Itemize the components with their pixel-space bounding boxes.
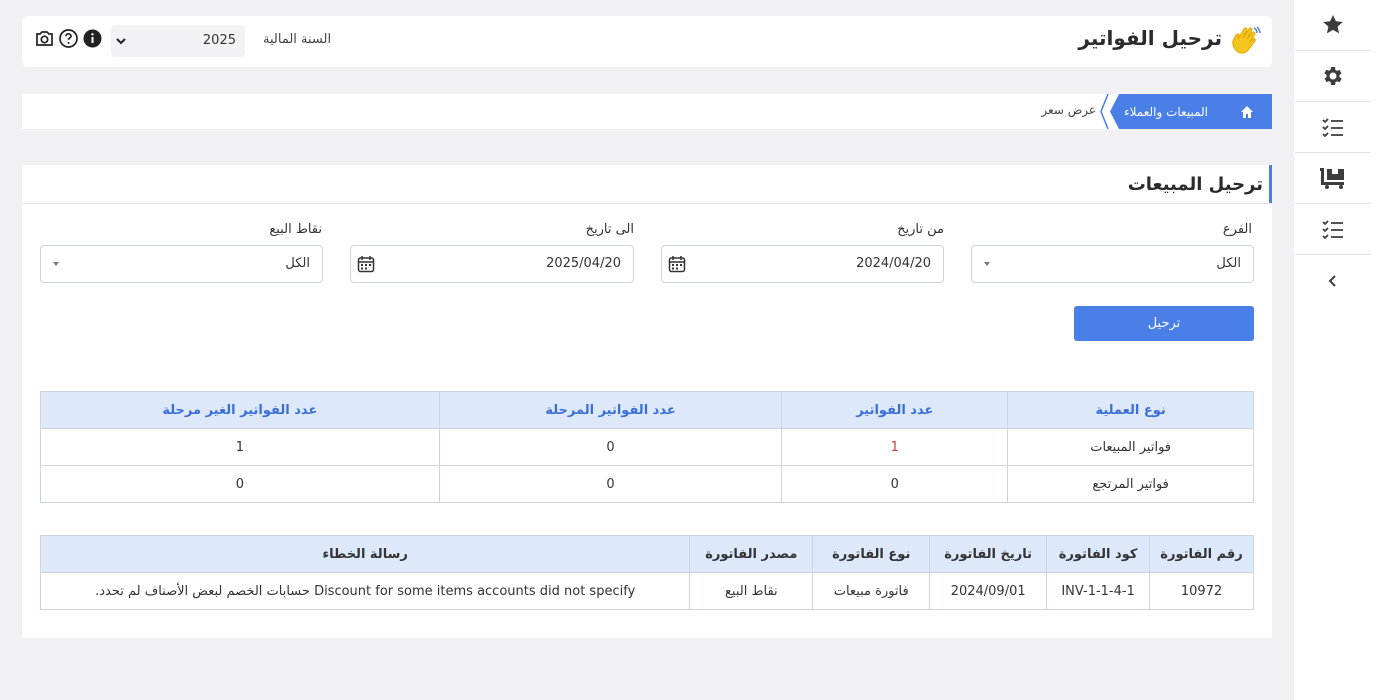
fiscal-year-select[interactable]: 2025 <box>111 25 245 57</box>
section-accent-bar <box>1269 165 1272 203</box>
branch-select[interactable]: الكل <box>971 245 1254 283</box>
table-row: فواتير المرتجع 0 0 0 <box>40 465 1254 503</box>
from-date-label: من تاريخ <box>897 222 944 237</box>
page-header: ترحيل الفواتير السنة المالية 2025 <box>22 16 1272 67</box>
from-date-value: 2024/04/20 <box>856 256 931 271</box>
help-icon[interactable] <box>58 28 79 49</box>
breadcrumb-item-sales[interactable]: المبيعات والعملاء <box>1110 94 1222 129</box>
column-header: مصدر الفاتورة <box>689 535 814 573</box>
table-cell: 0 <box>438 465 783 503</box>
pos-label: نقاط البيع <box>269 222 322 237</box>
section-title: ترحيل المبيعات <box>1127 174 1263 195</box>
branch-value: الكل <box>1216 256 1241 271</box>
header-icon-group <box>34 28 103 49</box>
table-header-row: نوع العملية عدد الفواتير عدد الفواتير ال… <box>40 391 1254 429</box>
column-header: عدد الفواتير الغير مرحلة <box>40 391 440 429</box>
column-header: كود الفاتورة <box>1046 535 1151 573</box>
breadcrumb: المبيعات والعملاء عرض سعر <box>22 94 1272 129</box>
checklist-icon <box>1322 118 1343 138</box>
calendar-icon[interactable] <box>357 255 375 273</box>
table-cell: 10972 <box>1149 572 1254 610</box>
to-date-value: 2025/04/20 <box>546 256 621 271</box>
right-sidebar <box>1294 0 1378 700</box>
sidebar-item-checklist[interactable] <box>1295 204 1371 255</box>
table-row: 10972 INV-1-1-4-1 2024/09/01 فاتورة مبيع… <box>39 572 1254 610</box>
breadcrumb-home[interactable] <box>1222 94 1272 129</box>
column-header: رقم الفاتورة <box>1149 535 1254 573</box>
table-cell: نقاط البيع <box>689 572 814 610</box>
column-header: رسالة الخطاء <box>39 535 691 573</box>
chevron-left-icon <box>1328 274 1336 287</box>
table-cell: 2024/09/01 <box>929 572 1048 610</box>
branch-label: الفرع <box>1222 222 1252 237</box>
cart-icon <box>1320 168 1344 189</box>
gear-icon <box>1324 67 1342 85</box>
column-header: عدد الفواتير <box>781 391 1009 429</box>
table-cell: 1 <box>781 428 1009 466</box>
breadcrumb-separator <box>1100 94 1109 129</box>
breadcrumb-item-current: عرض سعر <box>1041 103 1096 117</box>
column-header: نوع العملية <box>1007 391 1254 429</box>
table-cell: فواتير المبيعات <box>1007 428 1254 466</box>
sidebar-item-tasks[interactable] <box>1295 102 1371 153</box>
summary-table: نوع العملية عدد الفواتير عدد الفواتير ال… <box>40 391 1254 503</box>
post-button[interactable]: ترحيل <box>1074 306 1254 341</box>
error-message-cell: Discount for some items accounts did not… <box>39 572 691 610</box>
calendar-icon[interactable] <box>668 255 686 273</box>
page-title: ترحيل الفواتير <box>1078 26 1222 50</box>
section-divider <box>22 203 1272 204</box>
sidebar-item-favorites[interactable] <box>1295 0 1371 51</box>
table-cell: فواتير المرتجع <box>1007 465 1254 503</box>
info-icon[interactable] <box>82 28 103 49</box>
chevron-down-icon <box>116 38 126 45</box>
fiscal-year-label: السنة المالية <box>263 32 332 47</box>
table-header-row: رقم الفاتورة كود الفاتورة تاريخ الفاتورة… <box>39 535 1254 573</box>
fiscal-year-value: 2025 <box>202 33 236 48</box>
table-cell: INV-1-1-4-1 <box>1046 572 1151 610</box>
table-cell: 0 <box>781 465 1009 503</box>
table-cell: 1 <box>40 428 440 466</box>
table-cell: 0 <box>40 465 440 503</box>
table-cell: فاتورة مبيعات <box>812 572 931 610</box>
caret-down-icon <box>984 262 990 266</box>
pos-select[interactable]: الكل <box>40 245 323 283</box>
star-icon <box>1323 15 1343 34</box>
table-row: فواتير المبيعات 1 0 1 <box>40 428 1254 466</box>
column-header: نوع الفاتورة <box>812 535 931 573</box>
waving-hand-icon <box>1232 26 1261 54</box>
column-header: تاريخ الفاتورة <box>929 535 1048 573</box>
errors-table: رقم الفاتورة كود الفاتورة تاريخ الفاتورة… <box>39 535 1254 610</box>
main-card: ترحيل المبيعات الفرع الكل من تاريخ 2024/… <box>22 165 1272 638</box>
pos-value: الكل <box>285 256 310 271</box>
camera-icon[interactable] <box>34 28 55 49</box>
column-header: عدد الفواتير المرحلة <box>438 391 783 429</box>
caret-down-icon <box>53 262 59 266</box>
home-icon <box>1241 105 1253 118</box>
sidebar-item-settings[interactable] <box>1295 51 1371 102</box>
checklist-icon <box>1322 220 1343 240</box>
to-date-label: الى تاريخ <box>585 222 634 237</box>
table-cell: 0 <box>438 428 783 466</box>
to-date-field[interactable]: 2025/04/20 <box>350 245 634 283</box>
sidebar-collapse-button[interactable] <box>1295 255 1371 306</box>
sidebar-item-sales[interactable] <box>1295 153 1371 204</box>
from-date-field[interactable]: 2024/04/20 <box>661 245 944 283</box>
